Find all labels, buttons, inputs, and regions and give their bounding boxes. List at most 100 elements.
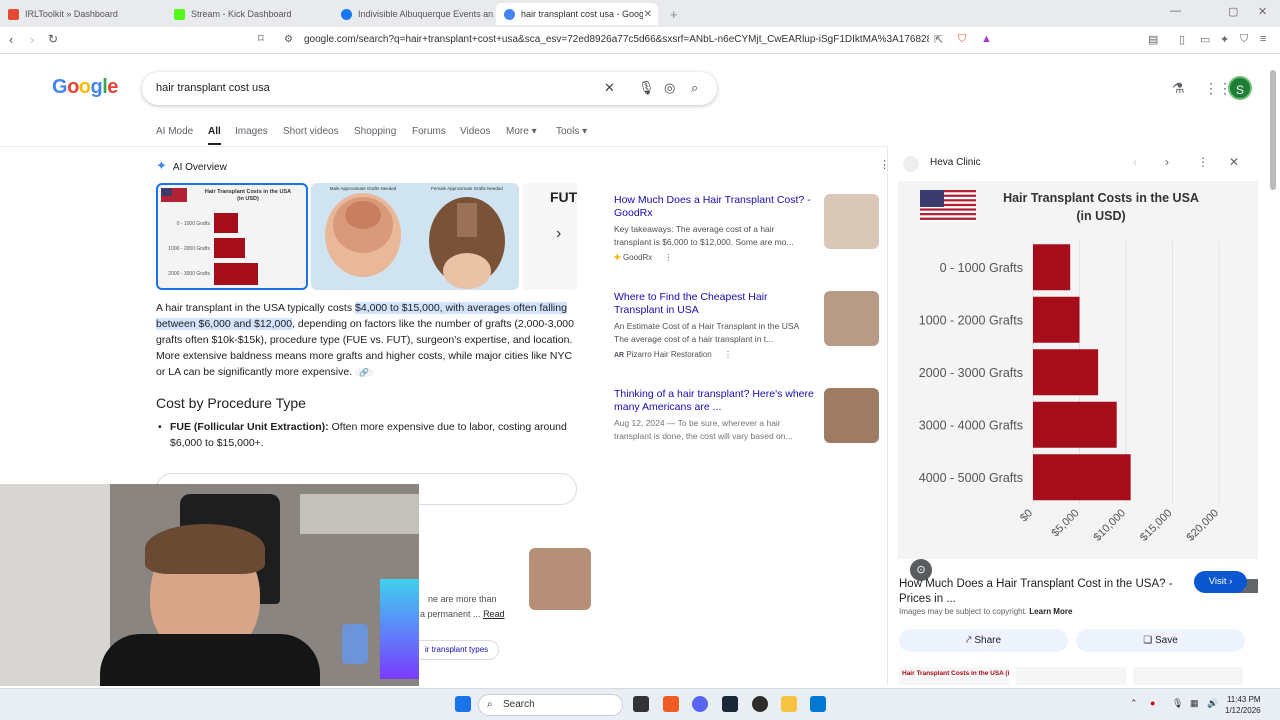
save-button[interactable]: ❏ Save	[1076, 629, 1245, 652]
tab-forums[interactable]: Forums	[412, 126, 446, 137]
clear-search-icon[interactable]: ✕	[604, 80, 615, 96]
result-card[interactable]: Thinking of a hair transplant? Here's wh…	[614, 388, 879, 443]
next-image-icon[interactable]: ›	[1165, 155, 1169, 169]
brave-rewards-icon[interactable]: ▲	[981, 33, 992, 45]
scrollbar-thumb[interactable]	[1270, 70, 1276, 190]
microphone-icon[interactable]: 🎙	[1172, 698, 1183, 709]
link-icon[interactable]: 🔗	[355, 368, 373, 377]
system-clock[interactable]: 11:43 PM 1/12/2026	[1225, 694, 1261, 716]
tray-app-icon[interactable]: ●	[1150, 698, 1155, 708]
thumbnail-fut[interactable]: FUT ›	[522, 183, 577, 290]
tray-chevron-icon[interactable]: ⌃	[1130, 698, 1138, 709]
result-thumbnail[interactable]	[529, 548, 591, 610]
tab-short-videos[interactable]: Short videos	[283, 126, 339, 137]
share-url-icon[interactable]: ⇱	[934, 33, 943, 46]
result-thumbnail[interactable]	[824, 388, 879, 443]
panel-title[interactable]: How Much Does a Hair Transplant Cost in …	[899, 577, 1189, 607]
url-field[interactable]: google.com/search?q=hair+transplant+cost…	[304, 34, 929, 45]
prev-image-icon[interactable]: ‹	[1133, 155, 1137, 169]
thumbnail-grafts-diagram[interactable]: Male Approximate Grafts Needed Female Ap…	[311, 183, 519, 290]
more-options-icon[interactable]: ⋮	[1197, 155, 1209, 169]
result-title[interactable]: How Much Does a Hair Transplant Cost? - …	[614, 194, 817, 220]
back-icon[interactable]: ‹	[9, 32, 13, 47]
obs-icon[interactable]	[752, 696, 768, 712]
chart-bar	[1033, 349, 1099, 396]
search-box[interactable]: hair transplant cost usa ✕ 🎙 ◎ ⌕	[142, 72, 717, 105]
panel-site-name[interactable]: Heva Clinic	[930, 157, 981, 168]
bookmark-icon[interactable]: ⌑	[258, 32, 264, 45]
menu-icon[interactable]: ≡	[1260, 33, 1266, 45]
learn-more-link[interactable]: Learn More	[1029, 607, 1072, 616]
browser-tab-irltoolkit[interactable]: IRLToolkit » Dashboard	[0, 3, 160, 25]
google-logo[interactable]: Google	[52, 76, 118, 99]
search-input[interactable]: hair transplant cost usa	[156, 82, 270, 94]
minimize-icon[interactable]: —	[1170, 5, 1181, 17]
share-button[interactable]: ⤤ Share	[899, 629, 1068, 652]
section-title: Cost by Procedure Type	[156, 395, 306, 411]
tab-ai-mode[interactable]: AI Mode	[156, 126, 193, 137]
vpn-icon[interactable]: ⛉	[1240, 33, 1248, 46]
read-link[interactable]: Read	[483, 609, 505, 619]
voice-search-icon[interactable]: 🎙	[638, 80, 655, 96]
result-thumbnail[interactable]	[824, 291, 879, 346]
result-title[interactable]: Where to Find the Cheapest Hair Transpla…	[614, 291, 817, 317]
browser-tab-indivisible[interactable]: Indivisible Albuquerque Events and A	[333, 3, 493, 25]
page-scrollbar[interactable]	[1270, 60, 1276, 680]
carousel-next-icon[interactable]: ›	[556, 225, 561, 243]
flag-stripe	[920, 217, 976, 220]
result-thumbnail[interactable]	[824, 194, 879, 249]
reload-icon[interactable]: ↻	[48, 32, 58, 46]
close-window-icon[interactable]: ✕	[1258, 5, 1267, 18]
tab-all[interactable]: All	[208, 126, 221, 145]
brave-shields-icon[interactable]: ⛉	[958, 33, 966, 46]
tab-favicon-icon	[174, 8, 185, 20]
browser-tab-kick[interactable]: Stream - Kick Dashboard	[166, 3, 331, 25]
related-image[interactable]	[1016, 667, 1126, 685]
related-chip[interactable]: ir transplant types	[412, 640, 500, 660]
leo-ai-icon[interactable]: ✦	[1220, 33, 1229, 46]
file-explorer-icon[interactable]	[781, 696, 797, 712]
discord-icon[interactable]	[692, 696, 708, 712]
result-title[interactable]: Thinking of a hair transplant? Here's wh…	[614, 388, 817, 414]
tab-shopping[interactable]: Shopping	[354, 126, 396, 137]
site-info-icon[interactable]: ⚙	[284, 34, 293, 45]
visit-button[interactable]: Visit ›	[1194, 571, 1247, 593]
reader-icon[interactable]: ▯	[1179, 33, 1185, 46]
steam-icon[interactable]	[722, 696, 738, 712]
related-image[interactable]: Hair Transplant Costs in the USA (in USD…	[899, 667, 1009, 685]
result-card[interactable]: How Much Does a Hair Transplant Cost? - …	[614, 194, 879, 262]
thumb-row-label: 1000 - 2000 Grafts	[168, 246, 210, 252]
goodrx-icon: ✚	[614, 253, 621, 262]
browser-tab-strip: IRLToolkit » Dashboard Stream - Kick Das…	[0, 0, 1280, 27]
network-icon[interactable]: ▦	[1190, 698, 1199, 709]
result-card[interactable]: Where to Find the Cheapest Hair Transpla…	[614, 291, 879, 359]
related-image[interactable]	[1133, 667, 1243, 685]
tab-more[interactable]: More ▾	[506, 126, 537, 137]
sidebar-icon[interactable]: ▤	[1148, 33, 1158, 46]
brave-taskbar-icon[interactable]	[663, 696, 679, 712]
forward-icon[interactable]: ›	[30, 32, 34, 47]
tab-images[interactable]: Images	[235, 126, 268, 137]
task-view-icon[interactable]	[633, 696, 649, 712]
store-icon[interactable]	[810, 696, 826, 712]
search-icon[interactable]: ⌕	[691, 80, 698, 96]
more-options-icon[interactable]: ⋮	[724, 350, 732, 359]
thumbnail-cost-chart[interactable]: Hair Transplant Costs in the USA (in USD…	[156, 183, 308, 290]
volume-icon[interactable]: 🔊	[1207, 698, 1218, 709]
avatar[interactable]: S	[1228, 76, 1252, 100]
tab-close-icon[interactable]: ✕	[644, 9, 652, 20]
lens-search-icon[interactable]: ◎	[664, 80, 675, 96]
taskbar-search[interactable]: ⌕ Search	[478, 694, 623, 716]
browser-tab-google[interactable]: hair transplant cost usa - Google Se✕	[496, 3, 658, 25]
wallet-icon[interactable]: ▭	[1200, 33, 1210, 46]
windows-start-icon[interactable]	[455, 696, 471, 712]
labs-icon[interactable]: ⚗	[1172, 80, 1185, 97]
more-options-icon[interactable]: ⋮	[665, 253, 673, 262]
maximize-icon[interactable]: ▢	[1228, 5, 1238, 18]
close-panel-icon[interactable]: ✕	[1229, 155, 1239, 169]
chart-image[interactable]: Hair Transplant Costs in the USA (in USD)…	[898, 181, 1258, 593]
tab-videos[interactable]: Videos	[460, 126, 490, 137]
tab-tools[interactable]: Tools ▾	[556, 126, 587, 137]
new-tab-button[interactable]: +	[662, 3, 678, 25]
result-source: ✚ GoodRx ⋮	[614, 253, 673, 262]
